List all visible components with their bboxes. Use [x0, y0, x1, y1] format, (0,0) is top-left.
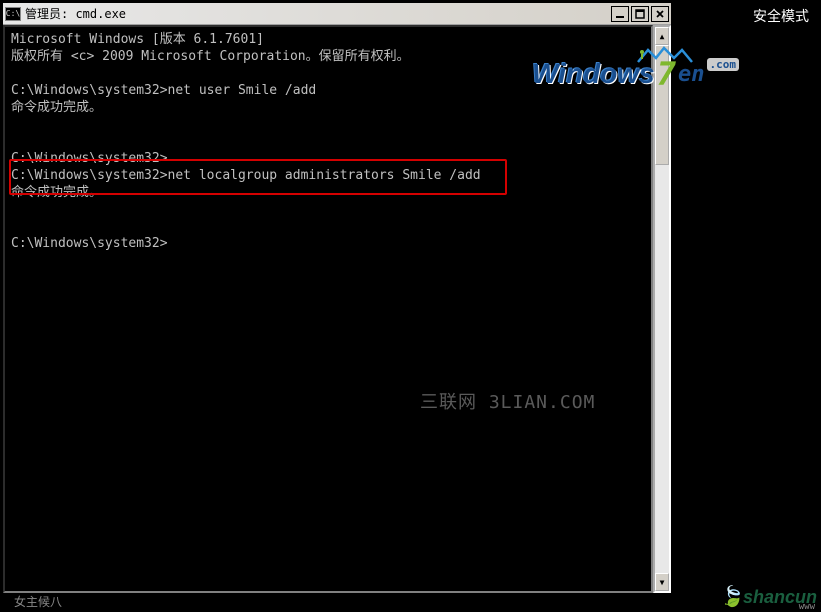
close-button[interactable] [651, 6, 669, 22]
logo-text-windows: Windows [532, 58, 655, 90]
console-line: 版权所有 <c> 2009 Microsoft Corporation。保留所有… [11, 49, 410, 64]
safe-mode-label: 安全模式 [753, 6, 809, 26]
console-area: Microsoft Windows [版本 6.1.7601] 版权所有 <c>… [3, 25, 671, 593]
console-line: 命令成功完成。 [11, 100, 102, 115]
leaf-icon: 🍃 [720, 584, 745, 608]
console-line: C:\Windows\system32> [11, 151, 168, 166]
app-icon: C:\ [5, 7, 21, 21]
window-controls [611, 6, 669, 22]
window-title: 管理员: cmd.exe [25, 5, 611, 22]
windows7en-logo: Windows7en.com [532, 55, 739, 93]
console-line: C:\Windows\system32>net user Smile /add [11, 83, 316, 98]
watermark-3lian: 三联网 3LIAN.COM [420, 388, 595, 414]
console-output[interactable]: Microsoft Windows [版本 6.1.7601] 版权所有 <c>… [3, 25, 653, 593]
console-line: 命令成功完成。 [11, 185, 102, 200]
console-line: C:\Windows\system32> [11, 236, 168, 251]
logo-text-com: .com [707, 58, 740, 71]
minimize-button[interactable] [611, 6, 629, 22]
titlebar[interactable]: C:\ 管理员: cmd.exe [3, 3, 671, 25]
scroll-down-button[interactable]: ▼ [655, 573, 669, 591]
console-line: Microsoft Windows [版本 6.1.7601] [11, 32, 264, 47]
vertical-scrollbar[interactable]: ▲ ▼ [653, 25, 671, 593]
maximize-button[interactable] [631, 6, 649, 22]
console-line: C:\Windows\system32>net localgroup admin… [11, 168, 481, 183]
scroll-up-button[interactable]: ▲ [655, 27, 669, 45]
scroll-track[interactable] [655, 45, 669, 573]
shancun-sub: www [799, 602, 815, 612]
logo-text-en: en [678, 62, 705, 87]
bottom-text: 女主候八 [14, 593, 62, 610]
logo-text-seven: 7 [657, 55, 676, 93]
